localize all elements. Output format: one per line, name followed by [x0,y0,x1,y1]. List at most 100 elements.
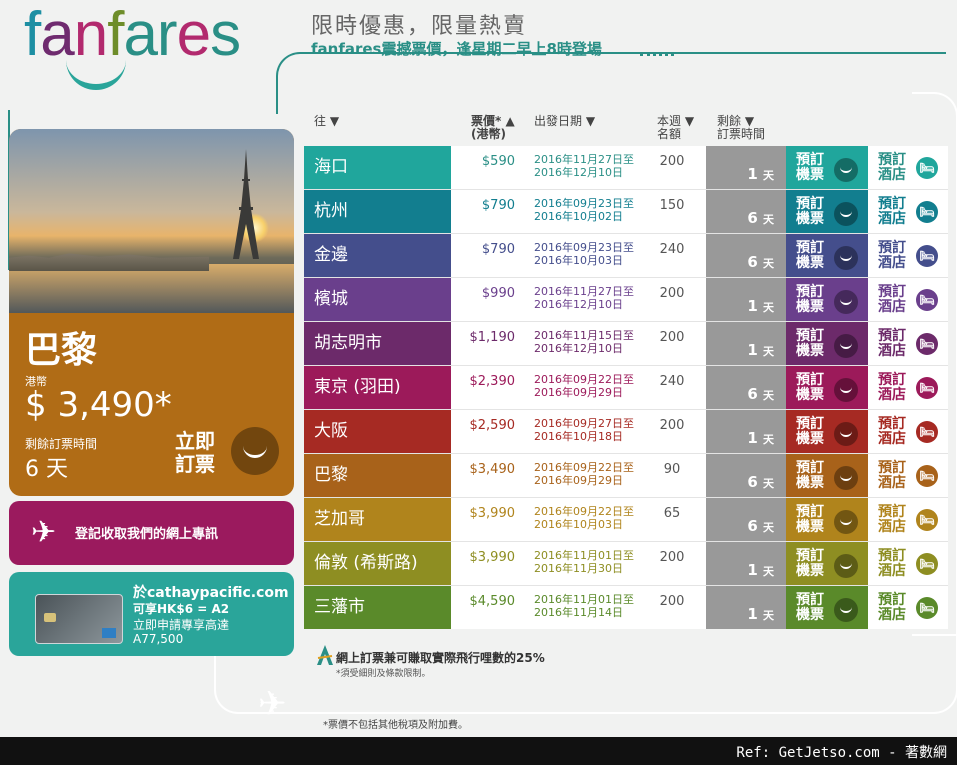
table-row[interactable]: 倫敦 (希斯路) $3,990 2016年11月01日至 2016年11月30日… [304,542,948,585]
bed-icon: 🛏 [916,509,938,531]
book-flight-button[interactable]: 預訂機票 [786,322,868,365]
column-header-remaining[interactable]: 剩餘 ▼ 訂票時間 [717,115,765,141]
book-hotel-button[interactable]: 預訂酒店 🛏 [868,234,948,277]
row-destination[interactable]: 檳城 [304,278,451,321]
fanfares-logo[interactable]: fanfares [24,0,241,70]
book-hotel-label: 預訂酒店 [878,284,906,315]
featured-deal-card[interactable]: 巴黎 港幣 $ 3,490* 剩餘訂票時間 6 天 立即訂票 [9,129,294,496]
terms-note: *須受細則及條款限制。 [336,669,431,679]
row-days: 1 天 [747,561,774,579]
promo-line-3: 立即申請專享高達 [133,618,230,632]
logo-letter: s [210,0,241,69]
row-destination[interactable]: 三藩市 [304,586,451,629]
book-flight-button[interactable]: 預訂機票 [786,366,868,409]
book-flight-button[interactable]: 預訂機票 [786,146,868,189]
book-now-button[interactable]: 立即訂票 [175,430,227,476]
book-flight-button[interactable]: 預訂機票 [786,498,868,541]
table-row[interactable]: 三藩市 $4,590 2016年11月01日至 2016年11月14日 200 … [304,586,948,629]
row-date-start: 2016年09月22日至 [534,461,634,474]
book-flight-label: 預訂機票 [796,328,824,359]
column-header-quota[interactable]: 本週 ▼ 名額 [657,115,694,141]
row-destination[interactable]: 金邊 [304,234,451,277]
row-dates: 2016年09月27日至 2016年10月18日 [534,417,634,443]
book-flight-button[interactable]: 預訂機票 [786,234,868,277]
book-flight-button[interactable]: 預訂機票 [786,586,868,629]
table-row[interactable]: 海口 $590 2016年11月27日至 2016年12月10日 200 1 天… [304,146,948,189]
row-destination[interactable]: 海口 [304,146,451,189]
row-dates: 2016年11月27日至 2016年12月10日 [534,153,634,179]
book-hotel-button[interactable]: 預訂酒店 🛏 [868,454,948,497]
smile-icon [834,510,858,534]
table-row[interactable]: 檳城 $990 2016年11月27日至 2016年12月10日 200 1 天… [304,278,948,321]
smile-icon [834,158,858,182]
row-date-end: 2016年10月03日 [534,518,623,531]
book-flight-label: 預訂機票 [796,548,824,579]
newsletter-signup-banner[interactable]: ✈ 登記收取我們的網上專訊 [9,501,294,565]
column-header-date[interactable]: 出發日期 ▼ [534,115,595,128]
column-header-price[interactable]: 票價* ▲ (港幣) [471,115,515,141]
row-quota: 240 [659,242,685,257]
book-hotel-button[interactable]: 預訂酒店 🛏 [868,542,948,585]
row-destination[interactable]: 芝加哥 [304,498,451,541]
plane-track-icon: ✈ [258,684,287,724]
row-destination[interactable]: 杭州 [304,190,451,233]
book-hotel-button[interactable]: 預訂酒店 🛏 [868,410,948,453]
credit-card-promo-banner[interactable]: 於cathaypacific.com 可享HK$6 = A2 立即申請專享高達 … [9,572,294,656]
book-hotel-button[interactable]: 預訂酒店 🛏 [868,366,948,409]
row-quota: 200 [659,418,685,433]
row-remaining-time: 6 天 [706,190,786,233]
book-flight-button[interactable]: 預訂機票 [786,454,868,497]
remain-header-line2: 訂票時間 [717,127,766,141]
asia-miles-icon [317,645,333,665]
row-dates: 2016年09月22日至 2016年10月03日 [534,505,634,531]
bed-icon: 🛏 [916,421,938,443]
row-destination[interactable]: 巴黎 [304,454,451,497]
book-hotel-button[interactable]: 預訂酒店 🛏 [868,498,948,541]
book-hotel-button[interactable]: 預訂酒店 🛏 [868,278,948,321]
row-days-unit: 天 [763,521,774,534]
book-hotel-button[interactable]: 預訂酒店 🛏 [868,190,948,233]
row-quota: 200 [659,550,685,565]
row-dates: 2016年09月22日至 2016年09月29日 [534,461,634,487]
smile-icon [834,334,858,358]
logo-letter: a [123,0,157,69]
book-hotel-button[interactable]: 預訂酒店 🛏 [868,586,948,629]
row-date-start: 2016年11月27日至 [534,153,634,166]
book-flight-label: 預訂機票 [796,372,824,403]
book-now-smile-icon[interactable] [231,427,279,475]
row-dates: 2016年11月01日至 2016年11月14日 [534,593,634,619]
bed-icon: 🛏 [916,157,938,179]
book-hotel-button[interactable]: 預訂酒店 🛏 [868,146,948,189]
book-flight-button[interactable]: 預訂機票 [786,278,868,321]
table-row[interactable]: 大阪 $2,590 2016年09月27日至 2016年10月18日 200 1… [304,410,948,453]
row-days-value: 1 [747,165,758,183]
table-row[interactable]: 胡志明市 $1,190 2016年11月15日至 2016年12月10日 200… [304,322,948,365]
promo-line-1: 於cathaypacific.com [133,585,289,601]
column-header-destination[interactable]: 往 ▼ [314,115,339,128]
fare-footnote: *票價不包括其他稅項及附加費。 [323,720,468,731]
river [9,264,294,313]
row-dates: 2016年09月23日至 2016年10月02日 [534,197,634,223]
bed-icon: 🛏 [916,289,938,311]
book-flight-label: 預訂機票 [796,196,824,227]
row-dates: 2016年09月22日至 2016年09月29日 [534,373,634,399]
book-hotel-button[interactable]: 預訂酒店 🛏 [868,322,948,365]
book-flight-label: 預訂機票 [796,460,824,491]
row-days-value: 1 [747,429,758,447]
table-row[interactable]: 金邊 $790 2016年09月23日至 2016年10月03日 240 6 天… [304,234,948,277]
table-row[interactable]: 芝加哥 $3,990 2016年09月22日至 2016年10月03日 65 6… [304,498,948,541]
row-destination[interactable]: 胡志明市 [304,322,451,365]
row-days-unit: 天 [763,477,774,490]
row-destination[interactable]: 倫敦 (希斯路) [304,542,451,585]
row-price: $590 [481,154,515,169]
table-row[interactable]: 巴黎 $3,490 2016年09月22日至 2016年09月29日 90 6 … [304,454,948,497]
table-row[interactable]: 杭州 $790 2016年09月23日至 2016年10月02日 150 6 天… [304,190,948,233]
row-date-end: 2016年10月02日 [534,210,623,223]
row-date-end: 2016年10月03日 [534,254,623,267]
table-row[interactable]: 東京 (羽田) $2,390 2016年09月22日至 2016年09月29日 … [304,366,948,409]
row-destination[interactable]: 大阪 [304,410,451,453]
book-flight-button[interactable]: 預訂機票 [786,542,868,585]
book-flight-button[interactable]: 預訂機票 [786,190,868,233]
row-destination[interactable]: 東京 (羽田) [304,366,451,409]
book-flight-button[interactable]: 預訂機票 [786,410,868,453]
